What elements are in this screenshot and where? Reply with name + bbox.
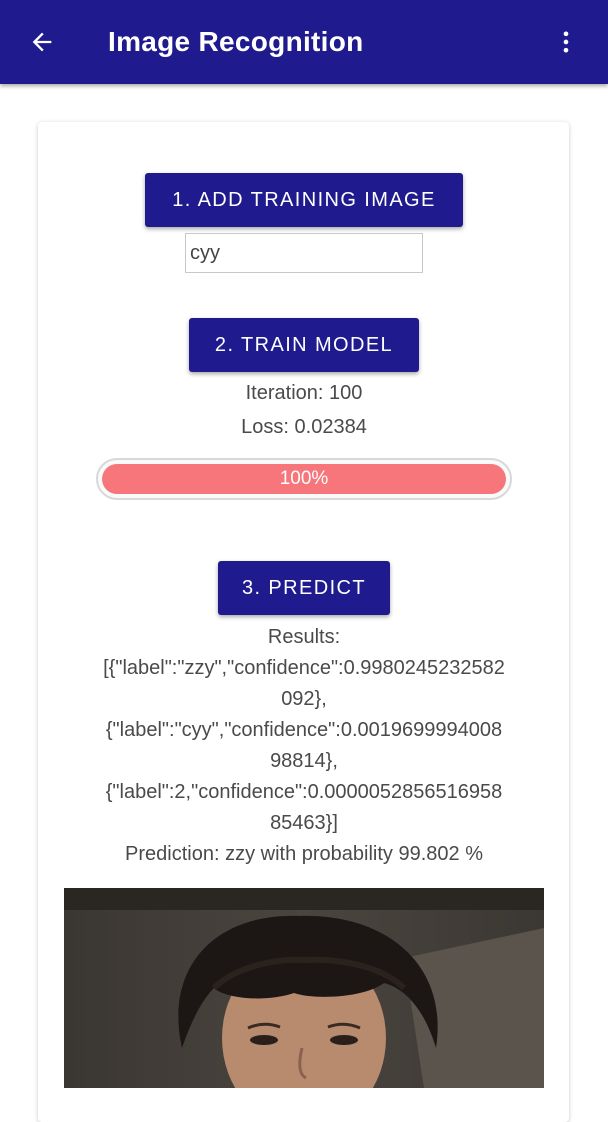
results-line: {"label":"cyy","confidence":0.0019699994…	[105, 719, 503, 741]
overflow-menu-button[interactable]	[548, 22, 584, 62]
results-line: 092},	[281, 688, 327, 710]
camera-photo	[64, 888, 544, 1088]
results-line: {"label":2,"confidence":0.00000528565169…	[105, 781, 503, 803]
person-photo-illustration	[64, 888, 544, 1088]
arrow-back-icon	[32, 32, 52, 52]
results-heading: Results:	[267, 626, 341, 648]
results-block: Results: [{"label":"zzy","confidence":0.…	[84, 622, 524, 870]
app-bar: Image Recognition	[0, 0, 608, 84]
results-line: 85463}]	[270, 812, 338, 834]
training-progress-bar: 100%	[96, 458, 512, 500]
train-model-button[interactable]: 2. TRAIN MODEL	[189, 318, 419, 372]
predict-button[interactable]: 3. PREDICT	[218, 561, 390, 615]
add-training-image-button[interactable]: 1. ADD TRAINING IMAGE	[145, 173, 463, 227]
page-title: Image Recognition	[108, 26, 364, 57]
results-line: 98814},	[270, 750, 338, 772]
label-input[interactable]	[185, 233, 423, 273]
back-button[interactable]	[20, 22, 64, 62]
loss-text: Loss: 0.02384	[241, 416, 367, 438]
progress-label: 100%	[279, 468, 329, 489]
iteration-text: Iteration: 100	[245, 382, 363, 404]
more-vert-icon	[563, 31, 569, 53]
results-line: [{"label":"zzy","confidence":0.998024523…	[103, 657, 505, 679]
prediction-text: Prediction: zzy with probability 99.802 …	[125, 843, 483, 865]
